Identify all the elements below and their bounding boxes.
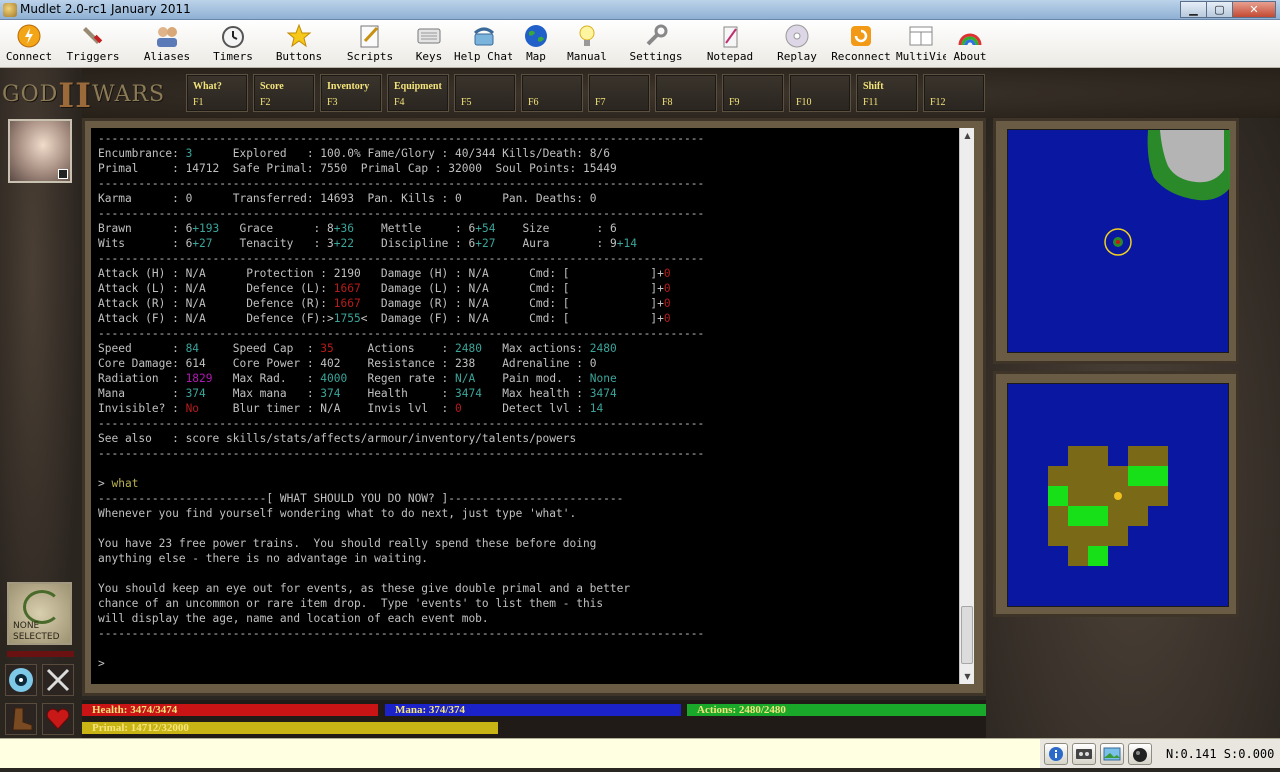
serpent-icon: [23, 590, 61, 624]
command-input[interactable]: [2, 742, 1032, 766]
status-bars: Health: 3474/3474 Mana: 374/374 Actions:…: [82, 700, 986, 738]
rainbow-icon: [957, 23, 983, 49]
mudlet-app-icon: [3, 3, 17, 17]
toolbar-button-replay[interactable]: Replay: [772, 23, 822, 67]
lightbulb-icon: [574, 23, 600, 49]
local-map-frame: [993, 371, 1239, 617]
world-map[interactable]: [1007, 129, 1230, 353]
eye-button[interactable]: [5, 664, 37, 696]
scroll-up-icon[interactable]: ▲: [960, 128, 975, 143]
disc-icon: [784, 23, 810, 49]
world-map-canvas: [1104, 130, 1230, 256]
fkey-f8[interactable]: F8: [655, 74, 717, 112]
maximize-button[interactable]: ▢: [1206, 1, 1233, 18]
toolbar-button-aliases[interactable]: Aliases: [138, 23, 196, 67]
crossed-swords-button[interactable]: [42, 664, 74, 696]
toolbar-button-multiview[interactable]: MultiView: [896, 23, 946, 67]
heart-button[interactable]: [42, 703, 74, 735]
main-toolbar: Connect Triggers Aliases Timers Buttons …: [0, 20, 1280, 68]
character-avatar[interactable]: [8, 119, 72, 183]
fkey-f10[interactable]: F10: [789, 74, 851, 112]
toolbar-button-notepad[interactable]: Notepad: [702, 23, 758, 67]
toolbar-button-settings[interactable]: Settings: [626, 23, 686, 67]
console-scrollbar[interactable]: ▲ ▼: [959, 128, 974, 684]
telephone-icon: [471, 23, 497, 49]
tape-icon: [1076, 749, 1092, 759]
info-icon: [1049, 747, 1063, 761]
target-health-bar: [7, 651, 74, 657]
eye-icon: [9, 668, 33, 692]
crossed-swords-icon: [46, 668, 70, 692]
fkey-f2[interactable]: Score F2: [253, 74, 315, 112]
screenshot-button[interactable]: [1100, 743, 1124, 765]
fkey-f11[interactable]: Shift F11: [856, 74, 918, 112]
aliases-icon: [154, 23, 180, 49]
fkey-f4[interactable]: Equipment F4: [387, 74, 449, 112]
toolbar-button-help-chat[interactable]: Help Chat: [454, 23, 514, 67]
fkey-f6[interactable]: F6: [521, 74, 583, 112]
local-map-canvas: [1048, 446, 1168, 566]
network-stats: N:0.141 S:0.000: [1166, 747, 1275, 761]
fkey-f3[interactable]: Inventory F3: [320, 74, 382, 112]
status-area: N:0.141 S:0.000: [1040, 738, 1280, 768]
primal-bar: Primal: 14712/32000: [82, 722, 986, 734]
info-button[interactable]: [1044, 743, 1068, 765]
log-button[interactable]: [1072, 743, 1096, 765]
scrollbar-thumb[interactable]: [961, 606, 973, 664]
globe-icon: [523, 23, 549, 49]
toolbar-button-timers[interactable]: Timers: [208, 23, 258, 67]
toolbar-button-reconnect[interactable]: Reconnect: [830, 23, 892, 67]
triggers-icon: [80, 23, 106, 49]
fkey-f7[interactable]: F7: [588, 74, 650, 112]
grid-icon: [58, 169, 68, 179]
function-key-bar: What? F1 Score F2 Inventory F3 Equipment F4 …: [186, 74, 986, 114]
health-bar: Health: 3474/3474: [82, 704, 378, 716]
scripts-icon: [357, 23, 383, 49]
notepad-icon: [717, 23, 743, 49]
fkey-f9[interactable]: F9: [722, 74, 784, 112]
connect-icon: [16, 23, 42, 49]
local-map[interactable]: [1007, 383, 1229, 607]
mana-bar: Mana: 374/374: [385, 704, 681, 716]
emergency-stop-button[interactable]: [1128, 743, 1152, 765]
toolbar-button-connect[interactable]: Connect: [2, 23, 56, 67]
bomb-icon: [1133, 748, 1147, 762]
target-selector[interactable]: NONE SELECTED: [7, 582, 72, 645]
window-title: Mudlet 2.0-rc1 January 2011: [20, 2, 191, 16]
boot-button[interactable]: [5, 703, 37, 735]
toolbar-button-scripts[interactable]: Scripts: [342, 23, 398, 67]
toolbar-button-map[interactable]: Map: [520, 23, 552, 67]
world-map-frame: [993, 118, 1239, 364]
star-icon: [286, 23, 312, 49]
main-console[interactable]: ----------------------------------------…: [91, 128, 959, 684]
timers-icon: [220, 23, 246, 49]
fkey-f12[interactable]: F12: [923, 74, 985, 112]
fkey-f1[interactable]: What? F1: [186, 74, 248, 112]
reconnect-icon: [848, 23, 874, 49]
minimize-button[interactable]: ▁: [1180, 1, 1207, 18]
fkey-f5[interactable]: F5: [454, 74, 516, 112]
boot-icon: [12, 707, 33, 731]
god-wars-logo: GODIIWARS: [2, 76, 166, 116]
picture-icon: [1103, 747, 1121, 761]
title-bar: Mudlet 2.0-rc1 January 2011 ▁ ▢ ✕: [0, 0, 1280, 20]
toolbar-button-triggers[interactable]: Triggers: [62, 23, 124, 67]
wrench-icon: [643, 23, 669, 49]
toolbar-button-keys[interactable]: Keys: [410, 23, 448, 67]
toolbar-button-about[interactable]: About: [950, 23, 990, 67]
toolbar-button-manual[interactable]: Manual: [564, 23, 610, 67]
heart-icon: [46, 708, 70, 730]
actions-bar: Actions: 2480/2480: [687, 704, 986, 716]
keyboard-icon: [416, 23, 442, 49]
toolbar-button-buttons[interactable]: Buttons: [270, 23, 328, 67]
multiview-icon: [908, 23, 934, 49]
close-button[interactable]: ✕: [1232, 1, 1276, 18]
scroll-down-icon[interactable]: ▼: [960, 669, 975, 684]
command-line: [0, 738, 1040, 768]
